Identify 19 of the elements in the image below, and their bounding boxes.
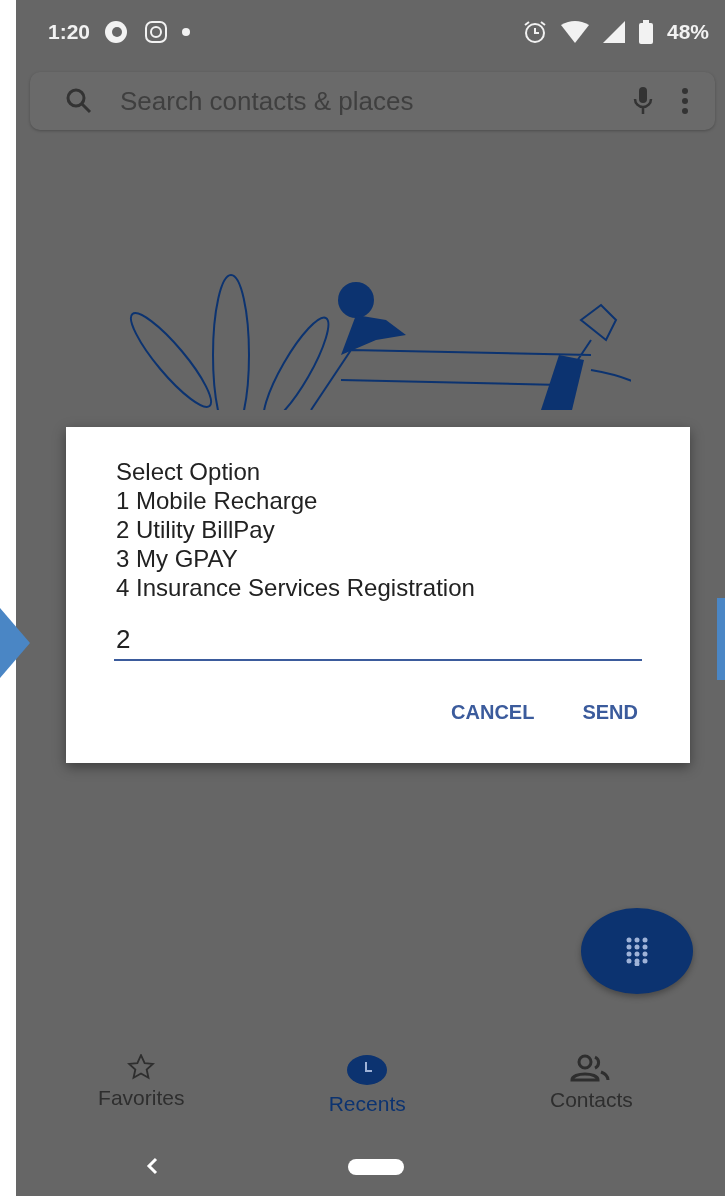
status-time: 1:20 bbox=[48, 20, 91, 44]
signal-icon bbox=[602, 21, 625, 43]
dialpad-icon bbox=[625, 936, 649, 966]
home-button[interactable] bbox=[348, 1159, 404, 1175]
search-icon bbox=[66, 88, 92, 114]
clock-icon bbox=[346, 1054, 389, 1086]
arrow-shape bbox=[0, 608, 30, 678]
dialog-button[interactable]: SEND bbox=[578, 697, 642, 728]
input-field[interactable]: 2 bbox=[114, 620, 642, 661]
star-icon bbox=[127, 1054, 156, 1080]
battery-icon bbox=[638, 20, 653, 44]
dialog-message: Select Option 1 Mobile Recharge 2 Utility BillPay 3 My GPAY 4 Insurance Services Registration bbox=[116, 457, 476, 602]
dot-icon bbox=[182, 28, 191, 36]
back-icon bbox=[146, 1157, 158, 1175]
battery-percent: 48% bbox=[666, 20, 709, 44]
alarm-icon bbox=[522, 20, 547, 44]
wifi-icon bbox=[560, 21, 589, 43]
dialog-button[interactable]: CANCEL bbox=[447, 697, 539, 728]
camera-icon bbox=[144, 20, 169, 44]
